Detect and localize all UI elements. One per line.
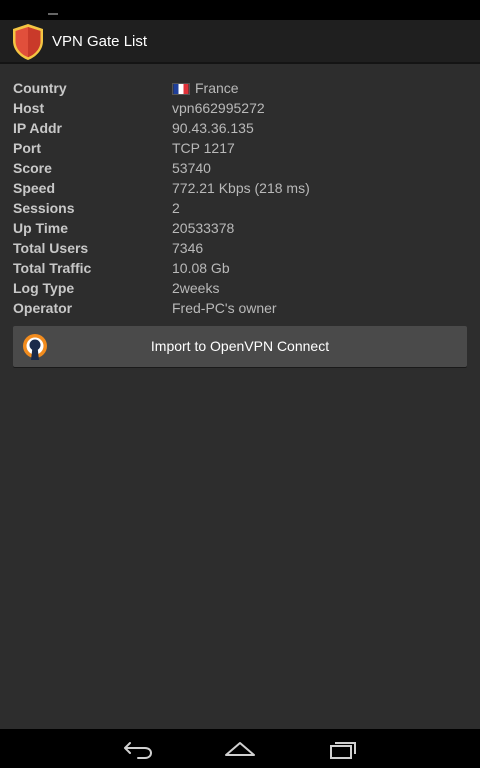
import-openvpn-button[interactable]: Import to OpenVPN Connect: [13, 326, 467, 367]
detail-row-total-users: Total Users 7346: [0, 238, 480, 258]
country-value: France: [195, 80, 239, 96]
detail-value: 20533378: [172, 220, 235, 236]
action-bar: VPN Gate List: [0, 20, 480, 64]
shield-icon: [13, 24, 43, 60]
detail-label: Country: [13, 80, 67, 96]
detail-label: Log Type: [13, 280, 75, 296]
france-flag-icon: [172, 83, 190, 95]
navigation-bar: [0, 729, 480, 768]
detail-value: 10.08 Gb: [172, 260, 230, 276]
detail-value: 2: [172, 200, 180, 216]
recents-button[interactable]: [322, 734, 366, 764]
app-screen: VPN Gate List Country France Host vpn662…: [0, 0, 480, 768]
detail-value: Fred-PC's owner: [172, 300, 277, 316]
detail-label: Total Users: [13, 240, 89, 256]
detail-row-operator: Operator Fred-PC's owner: [0, 298, 480, 318]
detail-row-ip: IP Addr 90.43.36.135: [0, 118, 480, 138]
status-indicator: [48, 13, 58, 15]
detail-row-sessions: Sessions 2: [0, 198, 480, 218]
app-title: VPN Gate List: [52, 33, 148, 50]
detail-row-speed: Speed 772.21 Kbps (218 ms): [0, 178, 480, 198]
detail-row-host: Host vpn662995272: [0, 98, 480, 118]
detail-value: 7346: [172, 240, 204, 256]
detail-label: IP Addr: [13, 120, 63, 136]
import-button-label: Import to OpenVPN Connect: [150, 338, 330, 354]
detail-value: France: [172, 78, 239, 98]
detail-label: Speed: [13, 180, 56, 196]
detail-label: Score: [13, 160, 52, 176]
detail-row-score: Score 53740: [0, 158, 480, 178]
home-icon: [225, 742, 255, 756]
detail-row-log-type: Log Type 2weeks: [0, 278, 480, 298]
back-button[interactable]: [116, 734, 160, 764]
detail-row-country: Country France: [0, 78, 480, 98]
back-icon: [124, 742, 153, 759]
detail-value: TCP 1217: [172, 140, 235, 156]
detail-label: Operator: [13, 300, 73, 316]
home-button[interactable]: [218, 734, 262, 764]
detail-label: Total Traffic: [13, 260, 92, 276]
detail-value: 90.43.36.135: [172, 120, 254, 136]
detail-row-uptime: Up Time 20533378: [0, 218, 480, 238]
detail-row-total-traffic: Total Traffic 10.08 Gb: [0, 258, 480, 278]
detail-value: 772.21 Kbps (218 ms): [172, 180, 310, 196]
detail-label: Sessions: [13, 200, 75, 216]
detail-value: 53740: [172, 160, 211, 176]
detail-value: vpn662995272: [172, 100, 265, 116]
recents-icon: [330, 742, 356, 759]
detail-label: Up Time: [13, 220, 68, 236]
detail-value: 2weeks: [172, 280, 220, 296]
status-bar: [0, 0, 480, 20]
detail-label: Port: [13, 140, 41, 156]
detail-row-port: Port TCP 1217: [0, 138, 480, 158]
detail-label: Host: [13, 100, 45, 116]
